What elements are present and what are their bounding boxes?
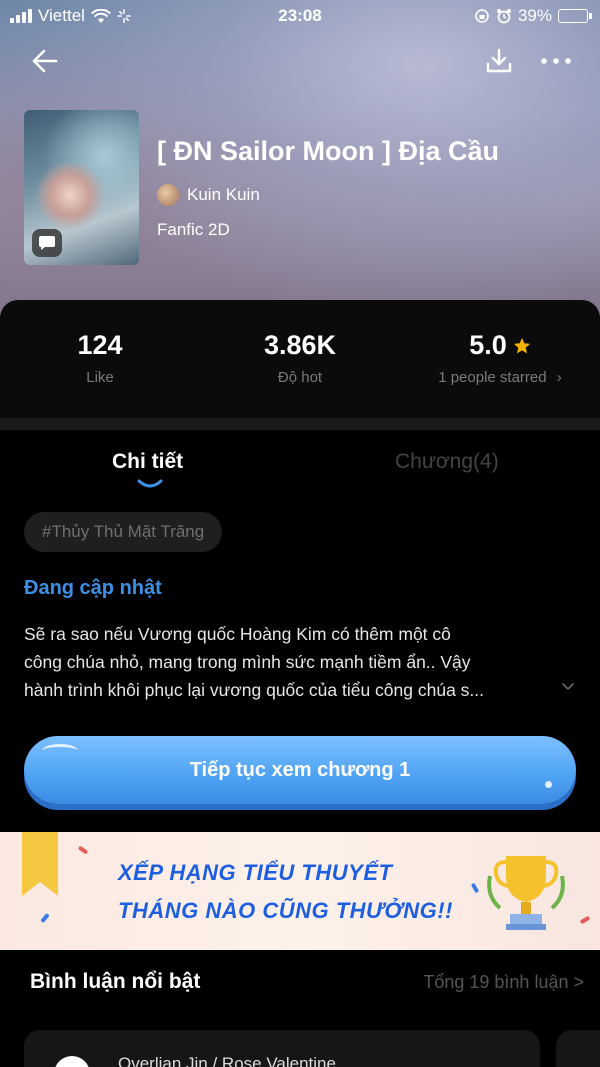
stat-hot: 3.86K Độ hot	[240, 330, 360, 386]
likes-label: Like	[86, 369, 114, 386]
rating-label-row: 1 people starred ›	[420, 369, 580, 386]
rating-label: 1 people starred	[438, 369, 547, 386]
commenter-name: Overlian Jin / Rose Valentine	[118, 1054, 336, 1067]
description-line: hành trình khôi phục lại vương quốc của …	[24, 680, 485, 700]
trophy-icon	[487, 856, 565, 930]
book-cover[interactable]	[24, 110, 139, 265]
battery-percent: 39%	[517, 6, 552, 25]
likes-value: 124	[77, 330, 123, 360]
comment-card[interactable]	[556, 1030, 600, 1067]
battery-icon	[558, 9, 592, 23]
description-line: Sẽ ra sao nếu Vương quốc Hoàng Kim có th…	[24, 624, 451, 644]
continue-reading-button[interactable]: Tiếp tục xem chương 1	[24, 736, 576, 804]
tab-chapters[interactable]: Chương(4)	[395, 450, 499, 474]
book-genre: Fanfic 2D	[157, 220, 230, 239]
button-shine	[42, 744, 78, 758]
author-avatar	[157, 184, 179, 206]
comment-card[interactable]: Overlian Jin / Rose Valentine	[24, 1030, 540, 1067]
stat-rating[interactable]: 5.0 1 people starred ›	[420, 330, 580, 386]
rotation-lock-icon	[475, 9, 489, 23]
hot-label: Độ hot	[277, 369, 323, 386]
chevron-right-icon: ›	[556, 369, 562, 386]
rating-value-row: 5.0	[420, 330, 580, 361]
star-icon	[513, 337, 530, 353]
confetti-decoration	[579, 915, 591, 925]
tab-active-indicator	[137, 479, 163, 488]
more-options-icon[interactable]	[538, 46, 574, 76]
tab-details[interactable]: Chi tiết	[112, 450, 183, 474]
button-sparkle	[545, 781, 552, 788]
chevron-down-icon[interactable]	[560, 680, 576, 694]
stat-likes: 124 Like	[50, 330, 150, 386]
rating-value: 5.0	[469, 330, 507, 360]
section-divider	[0, 418, 600, 430]
continue-reading-label: Tiếp tục xem chương 1	[189, 758, 411, 781]
author-link[interactable]: Kuin Kuin	[157, 184, 260, 206]
tag-chip[interactable]: #Thủy Thủ Mặt Trăng	[24, 512, 223, 552]
status-right: 39%	[474, 6, 592, 26]
chat-bubble-icon	[32, 229, 62, 257]
featured-comments-title: Bình luận nổi bật	[30, 970, 201, 993]
banner-headline: XẾP HẠNG TIỂU THUYẾT	[118, 860, 393, 885]
hot-value: 3.86K	[263, 330, 337, 360]
commenter-avatar	[54, 1056, 90, 1067]
confetti-decoration	[40, 912, 50, 924]
description-line: công chúa nhỏ, mang trong mình sức mạnh …	[24, 652, 471, 672]
banner-subheadline: THÁNG NÀO CŨNG THƯỞNG!!	[118, 898, 453, 923]
update-status: Đang cập nhật	[24, 577, 162, 599]
stats-panel: 124 Like 3.86K Độ hot 5.0 1 people starr…	[0, 300, 600, 418]
back-arrow-icon[interactable]	[30, 46, 60, 76]
book-title: [ ĐN Sailor Moon ] Địa Cầu	[157, 136, 500, 166]
description[interactable]: Sẽ ra sao nếu Vương quốc Hoàng Kim có th…	[24, 620, 580, 704]
author-name: Kuin Kuin	[187, 185, 260, 204]
confetti-decoration	[77, 845, 89, 855]
download-icon[interactable]	[484, 46, 514, 76]
all-comments-link[interactable]: Tổng 19 bình luận >	[423, 972, 584, 993]
ribbon-icon	[22, 832, 58, 896]
status-bar: Viettel 23:08 39%	[0, 0, 600, 32]
alarm-icon	[496, 9, 511, 24]
